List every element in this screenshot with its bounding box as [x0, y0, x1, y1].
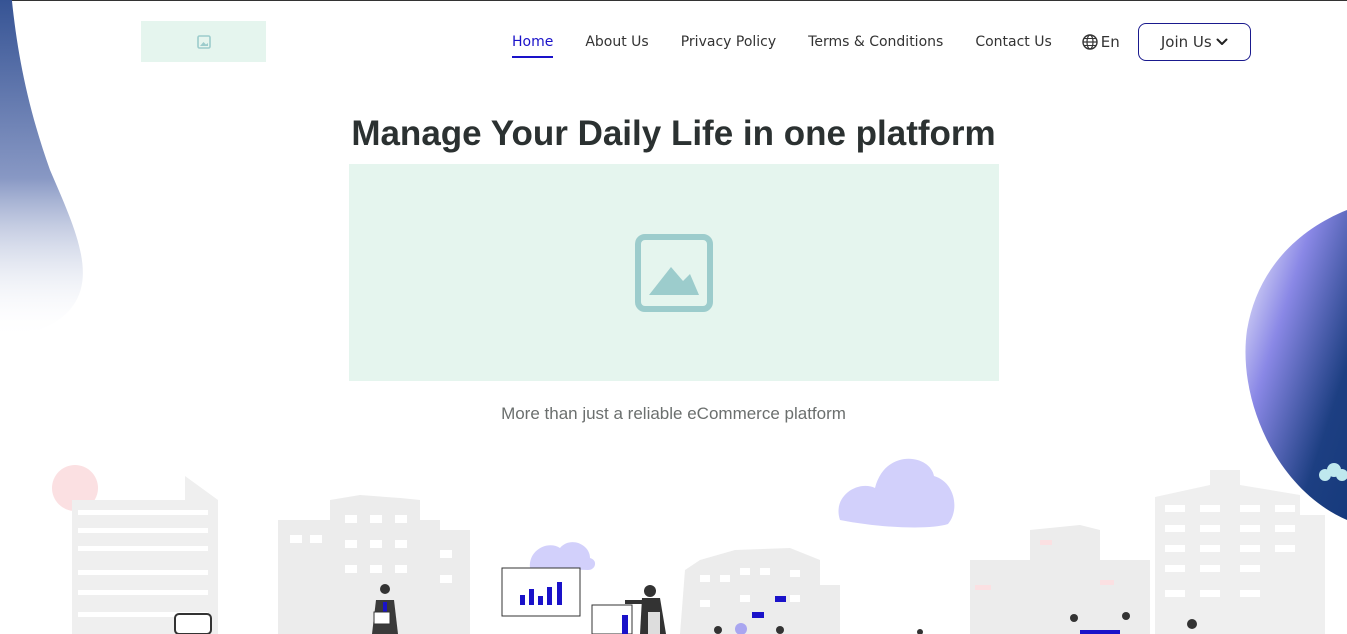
image-placeholder-icon — [196, 34, 211, 49]
cloud-large — [838, 458, 955, 528]
image-placeholder-icon — [635, 233, 713, 312]
cloud-small — [529, 542, 596, 570]
nav-contact-us[interactable]: Contact Us — [975, 24, 1051, 60]
chevron-down-icon — [1216, 38, 1228, 45]
language-switcher[interactable]: En — [1082, 33, 1120, 51]
join-us-label: Join Us — [1160, 33, 1212, 51]
hero-image-placeholder — [349, 164, 999, 381]
hero-title: Manage Your Daily Life in one platform — [351, 114, 996, 153]
phone-shape — [174, 613, 212, 634]
chart-board — [501, 567, 581, 617]
nav-home[interactable]: Home — [512, 24, 554, 60]
nav-terms-conditions[interactable]: Terms & Conditions — [808, 24, 943, 60]
site-logo[interactable] — [141, 21, 266, 62]
main-nav: Home About Us Privacy Policy Terms & Con… — [512, 23, 1251, 61]
city-illustration — [52, 458, 1325, 634]
nav-about-us[interactable]: About Us — [585, 24, 648, 60]
hero-subtitle: More than just a reliable eCommerce plat… — [501, 404, 846, 423]
join-us-button[interactable]: Join Us — [1137, 23, 1251, 61]
building-center-right — [680, 548, 840, 634]
nav-privacy-policy[interactable]: Privacy Policy — [681, 24, 776, 60]
top-border — [0, 0, 1347, 1]
decorative-blob-left — [0, 0, 83, 334]
globe-icon — [1082, 34, 1098, 50]
language-label: En — [1100, 33, 1120, 51]
